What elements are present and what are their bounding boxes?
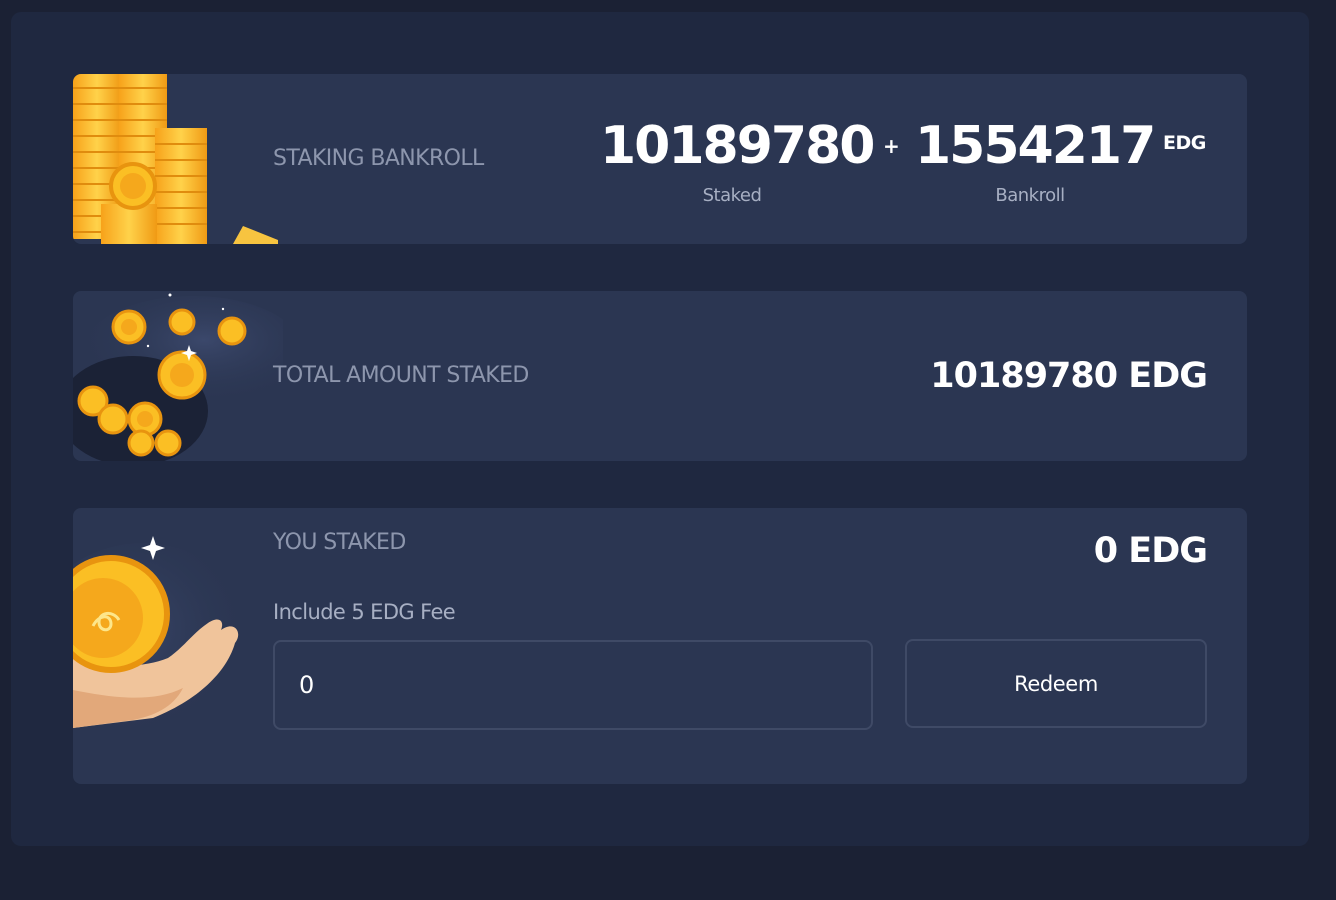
bankroll-unit: EDG	[1163, 132, 1206, 154]
staking-panel: STAKING BANKROLL 10189780 + 1554217 EDG …	[11, 12, 1309, 846]
total-staked-value: 10189780 EDG	[930, 356, 1208, 396]
total-staked-label: TOTAL AMOUNT STAKED	[273, 363, 529, 388]
coin-stacks-icon	[73, 74, 278, 244]
staked-caption: Staked	[702, 185, 762, 206]
you-staked-value: 0 EDG	[1093, 531, 1208, 571]
coin-hand-icon	[73, 536, 253, 733]
coin-pot-icon	[73, 293, 283, 461]
bankroll-value: 1554217	[915, 116, 1156, 176]
staking-bankroll-card: STAKING BANKROLL 10189780 + 1554217 EDG …	[73, 74, 1247, 244]
plus-sign: +	[883, 134, 900, 158]
total-staked-card: TOTAL AMOUNT STAKED 10189780 EDG	[73, 291, 1247, 461]
you-staked-card: YOU STAKED 0 EDG Include 5 EDG Fee Redee…	[73, 508, 1247, 784]
staking-bankroll-label: STAKING BANKROLL	[273, 146, 484, 171]
staked-value: 10189780	[600, 116, 875, 176]
you-staked-label: YOU STAKED	[273, 530, 406, 555]
redeem-amount-input[interactable]	[273, 640, 873, 730]
fee-label: Include 5 EDG Fee	[273, 600, 456, 624]
redeem-button[interactable]: Redeem	[905, 639, 1207, 728]
bankroll-caption: Bankroll	[995, 185, 1065, 206]
